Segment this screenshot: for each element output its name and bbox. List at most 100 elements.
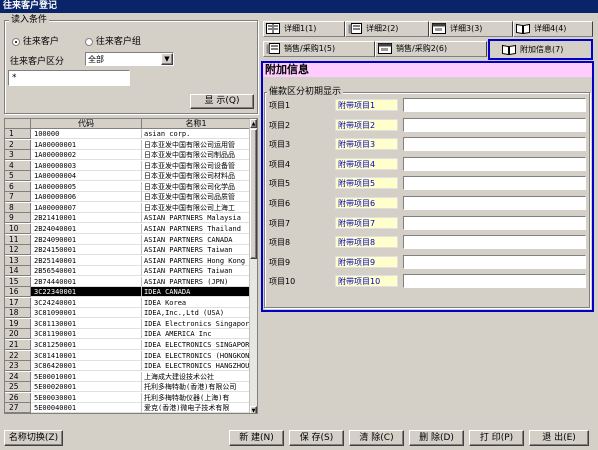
- row-name[interactable]: ASIAN PARTNERS Taiwan: [142, 266, 251, 277]
- row-name[interactable]: 爱克(香港)微电子技术有限: [142, 403, 251, 413]
- table-row[interactable]: 14 2B56540001 ASIAN PARTNERS Taiwan: [5, 266, 251, 277]
- row-code[interactable]: 3C81190001: [31, 329, 142, 340]
- delete-button[interactable]: 删 除(D): [409, 430, 464, 446]
- table-row[interactable]: 18 3C81090001 IDEA,Inc.,Ltd (USA): [5, 308, 251, 319]
- row-name[interactable]: ASIAN PARTNERS Malaysia: [142, 213, 251, 224]
- grid-header-code[interactable]: 代码: [31, 119, 142, 129]
- row-code[interactable]: 2B24040001: [31, 223, 142, 234]
- switch-name-button[interactable]: 名称切换(Z): [4, 430, 63, 446]
- row-code[interactable]: 3C22340001: [31, 287, 142, 298]
- tab-sales2[interactable]: 销售/采购2(6): [375, 41, 487, 57]
- row-code[interactable]: 1A00000003: [31, 160, 142, 171]
- grid-scrollbar[interactable]: ▲ ▼: [249, 119, 257, 413]
- table-row[interactable]: 22 3C81410001 IDEA ELECTRONICS (HONGKON: [5, 350, 251, 361]
- scroll-thumb[interactable]: [250, 129, 257, 259]
- customer-type-select[interactable]: 全部 ▼: [85, 52, 174, 66]
- item-input[interactable]: [403, 254, 586, 269]
- row-name[interactable]: ASIAN PARTNERS (JPN): [142, 277, 251, 287]
- table-row[interactable]: 5 1A00000004 日本亚发中国有限公司材料品: [5, 171, 251, 182]
- row-name[interactable]: asian corp.: [142, 129, 251, 139]
- row-name[interactable]: 托利多梅特勒(香港)有限公司: [142, 382, 251, 393]
- table-row[interactable]: 9 2B21410001 ASIAN PARTNERS Malaysia: [5, 213, 251, 224]
- table-row[interactable]: 15 2B74440001 ASIAN PARTNERS (JPN): [5, 276, 251, 287]
- tab-sales1[interactable]: 销售/采购1(5): [263, 41, 375, 57]
- table-row[interactable]: 11 2B24090001 ASIAN PARTNERS CANADA: [5, 234, 251, 245]
- row-code[interactable]: 2B24150001: [31, 245, 142, 256]
- row-code[interactable]: 1A00000004: [31, 171, 142, 182]
- table-row[interactable]: 16 3C22340001 IDEA CANADA: [5, 287, 251, 298]
- row-code[interactable]: 3C81090001: [31, 308, 142, 319]
- table-row[interactable]: 20 3C81190001 IDEA AMERICA Inc: [5, 329, 251, 340]
- scroll-up-icon[interactable]: ▲: [250, 119, 257, 128]
- radio-customer[interactable]: 往来客户: [12, 34, 59, 47]
- radio-group[interactable]: 往来客户组: [85, 34, 141, 47]
- row-code[interactable]: 1A00000001: [31, 139, 142, 150]
- row-name[interactable]: 日本亚发中国有限公司材料品: [142, 171, 251, 182]
- row-name[interactable]: 日本亚发中国有限公司化学品: [142, 182, 251, 192]
- tab-detail1[interactable]: 详细1(1): [263, 21, 345, 37]
- table-row[interactable]: 26 5E00030001 托利多梅特勒仪器(上海)有: [5, 392, 251, 403]
- row-code[interactable]: 5E00040001: [31, 403, 142, 413]
- table-row[interactable]: 10 2B24040001 ASIAN PARTNERS Thailand: [5, 223, 251, 234]
- item-input[interactable]: [403, 156, 586, 171]
- search-input[interactable]: *: [8, 70, 130, 86]
- row-name[interactable]: IDEA AMERICA Inc: [142, 329, 251, 340]
- row-code[interactable]: 3C81250001: [31, 340, 142, 350]
- tab-additional-info[interactable]: 附加信息(7): [488, 39, 593, 60]
- table-row[interactable]: 6 1A00000005 日本亚发中国有限公司化学品: [5, 181, 251, 192]
- table-row[interactable]: 4 1A00000003 日本亚发中国有限公司设备管: [5, 160, 251, 171]
- row-name[interactable]: IDEA CANADA: [142, 287, 251, 298]
- row-name[interactable]: IDEA ELECTRONICS (HONGKON: [142, 351, 251, 361]
- chevron-down-icon[interactable]: ▼: [161, 53, 173, 65]
- row-code[interactable]: 1A00000007: [31, 202, 142, 213]
- row-name[interactable]: IDEA Electronics Singapor: [142, 319, 251, 329]
- row-code[interactable]: 100000: [31, 129, 142, 139]
- row-code[interactable]: 2B74440001: [31, 276, 142, 287]
- row-code[interactable]: 2B56540001: [31, 266, 142, 277]
- item-input[interactable]: [403, 176, 586, 191]
- row-name[interactable]: 上海成大建设技术公社: [142, 372, 251, 382]
- row-name[interactable]: IDEA ELECTRONICS SINGAPOR: [142, 340, 251, 350]
- item-input[interactable]: [403, 117, 586, 132]
- new-button[interactable]: 新 建(N): [229, 430, 284, 446]
- row-name[interactable]: ASIAN PARTNERS CANADA: [142, 235, 251, 245]
- tab-detail3[interactable]: 详细3(3): [429, 21, 513, 37]
- row-name[interactable]: 日本亚发中国有限公司上海工: [142, 203, 251, 213]
- tab-detail4[interactable]: 详细4(4): [513, 21, 593, 37]
- row-name[interactable]: IDEA,Inc.,Ltd (USA): [142, 308, 251, 319]
- radio-customer-dot[interactable]: [12, 37, 20, 46]
- row-code[interactable]: 1A00000005: [31, 181, 142, 192]
- row-name[interactable]: 日本亚发中国有限公司制品品: [142, 150, 251, 161]
- row-code[interactable]: 3C81130001: [31, 318, 142, 329]
- item-input[interactable]: [403, 235, 586, 250]
- table-row[interactable]: 23 3C86420001 IDEA ELECTRONICS HANGZHOU: [5, 361, 251, 372]
- row-name[interactable]: 日本亚发中国有限公司设备管: [142, 161, 251, 171]
- row-code[interactable]: 3C86420001: [31, 361, 142, 372]
- table-row[interactable]: 25 5E00020001 托利多梅特勒(香港)有限公司: [5, 382, 251, 393]
- table-row[interactable]: 7 1A00000006 日本亚发中国有限公司品质管: [5, 192, 251, 203]
- scroll-down-icon[interactable]: ▼: [250, 406, 257, 413]
- tab-detail2[interactable]: 详细2(2): [345, 21, 429, 37]
- table-row[interactable]: 1 100000 asian corp.: [5, 129, 251, 139]
- item-input[interactable]: [403, 137, 586, 152]
- customer-grid[interactable]: 代码 名称1 1 100000 asian corp. 2 1A00000001 日本亚发…: [4, 118, 258, 414]
- item-input[interactable]: [403, 98, 586, 112]
- row-code[interactable]: 2B21410001: [31, 213, 142, 224]
- row-code[interactable]: 1A00000002: [31, 150, 142, 161]
- row-code[interactable]: 1A00000006: [31, 192, 142, 203]
- grid-header-name[interactable]: 名称1: [142, 119, 251, 129]
- table-row[interactable]: 27 5E00040001 爱克(香港)微电子技术有限: [5, 403, 251, 413]
- row-name[interactable]: 托利多梅特勒仪器(上海)有: [142, 393, 251, 403]
- table-row[interactable]: 21 3C81250001 IDEA ELECTRONICS SINGAPOR: [5, 340, 251, 350]
- table-row[interactable]: 12 2B24150001 ASIAN PARTNERS Taiwan: [5, 245, 251, 256]
- item-input[interactable]: [403, 196, 586, 210]
- save-button[interactable]: 保 存(S): [289, 430, 344, 446]
- table-row[interactable]: 2 1A00000001 日本亚发中国有限公司运用管: [5, 139, 251, 150]
- row-name[interactable]: IDEA ELECTRONICS HANGZHOU: [142, 361, 251, 372]
- row-code[interactable]: 5E00030001: [31, 392, 142, 403]
- row-code[interactable]: 5E00010001: [31, 371, 142, 382]
- table-row[interactable]: 17 3C24240001 IDEA Korea: [5, 297, 251, 308]
- row-name[interactable]: 日本亚发中国有限公司品质管: [142, 192, 251, 203]
- row-code[interactable]: 2B25140001: [31, 255, 142, 266]
- radio-group-dot[interactable]: [85, 37, 93, 46]
